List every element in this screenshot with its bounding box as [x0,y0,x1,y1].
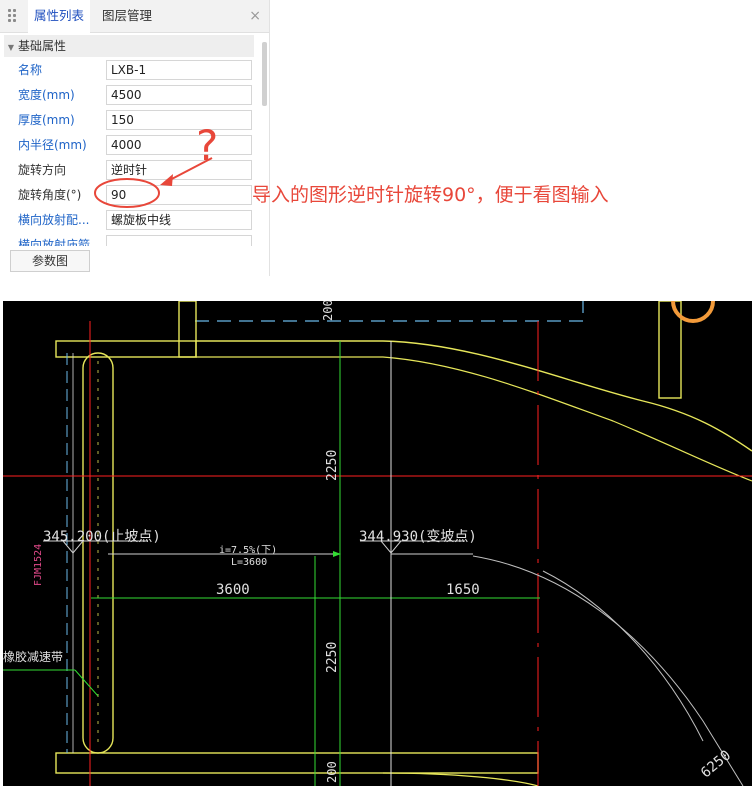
property-row: 名称 LXB-1 [10,58,258,82]
cad-dim-bottom: 200 [325,761,339,783]
property-value-field[interactable]: 4000 [106,135,252,155]
property-row: 宽度(mm) 4500 [10,83,258,107]
cad-dim-1650: 1650 [446,582,480,598]
property-row: 旋转方向 逆时针 [10,158,258,182]
property-row: 内半径(mm) 4000 [10,133,258,157]
property-label: 厚度(mm) [18,113,75,127]
property-label: 名称 [18,63,43,77]
cad-level-end: 344.930(变坡点) [359,529,477,545]
cad-dashed-boundary [195,301,584,322]
property-value-field[interactable]: 90 [106,185,252,205]
cad-slope-label: i=7.5%(下) [219,545,278,556]
param-diagram-button[interactable]: 参数图 [10,250,90,272]
cad-drawing-area[interactable]: 200 2250 2250 200 345.200(止坡点) 344.930(变… [3,301,752,786]
cad-curved-wall-inner [196,356,752,482]
cad-length-label: L=3600 [231,557,268,568]
cad-wall-top-pillar [178,301,197,358]
cad-curve-bottom [382,772,539,786]
cad-arc-grey-1 [472,555,744,786]
property-value-field[interactable]: LXB-1 [106,60,252,80]
cad-side-label: FJM1524 [33,543,44,586]
cad-orange-marker [671,301,715,323]
property-row: 旋转角度(°) 90 [10,183,258,207]
property-value-field[interactable]: 逆时针 [106,160,252,180]
property-list: 名称 LXB-1 宽度(mm) 4500 厚度(mm) 150 内半径(mm) 4000 旋转方… [0,0,260,246]
cad-level-start: 345.200(止坡点) [43,529,161,545]
cad-dim-3600: 3600 [216,582,250,598]
cad-belt-leader-diag [74,669,99,697]
property-value-field[interactable]: 150 [106,110,252,130]
property-value-field[interactable] [106,235,252,246]
cad-dim-top: 200 [321,301,335,321]
property-label: 旋转方向 [18,163,67,177]
annotation-text: 导入的图形逆时针旋转90°，便于看图输入 [252,184,609,206]
property-label: 旋转角度(°) [18,188,82,202]
property-label: 横向放射配... [18,213,90,227]
cad-dim-upper: 2250 [325,449,340,481]
cad-wall-top-left [55,340,197,358]
property-value-field[interactable]: 4500 [106,85,252,105]
panel-scrollbar[interactable] [262,42,267,106]
property-value-field[interactable]: 螺旋板中线 [106,210,252,230]
cad-dim-lower: 2250 [325,641,340,673]
cad-arc-grey-2 [542,570,704,742]
property-row: 横向放射配... 螺旋板中线 [10,208,258,232]
property-label: 宽度(mm) [18,88,75,102]
cad-wall-bottom [55,752,539,774]
property-panel: 属性列表 图层管理 × ▼ 基础属性 名称 LXB-1 宽度(mm) 4500 厚度(mm… [0,0,270,276]
cad-belt-label: 橡胶减速带 [3,650,64,664]
property-label: 内半径(mm) [18,138,87,152]
property-label: 横向放射庙箭 [18,238,91,246]
property-row: 厚度(mm) 150 [10,108,258,132]
property-row: 横向放射庙箭 [10,233,258,246]
